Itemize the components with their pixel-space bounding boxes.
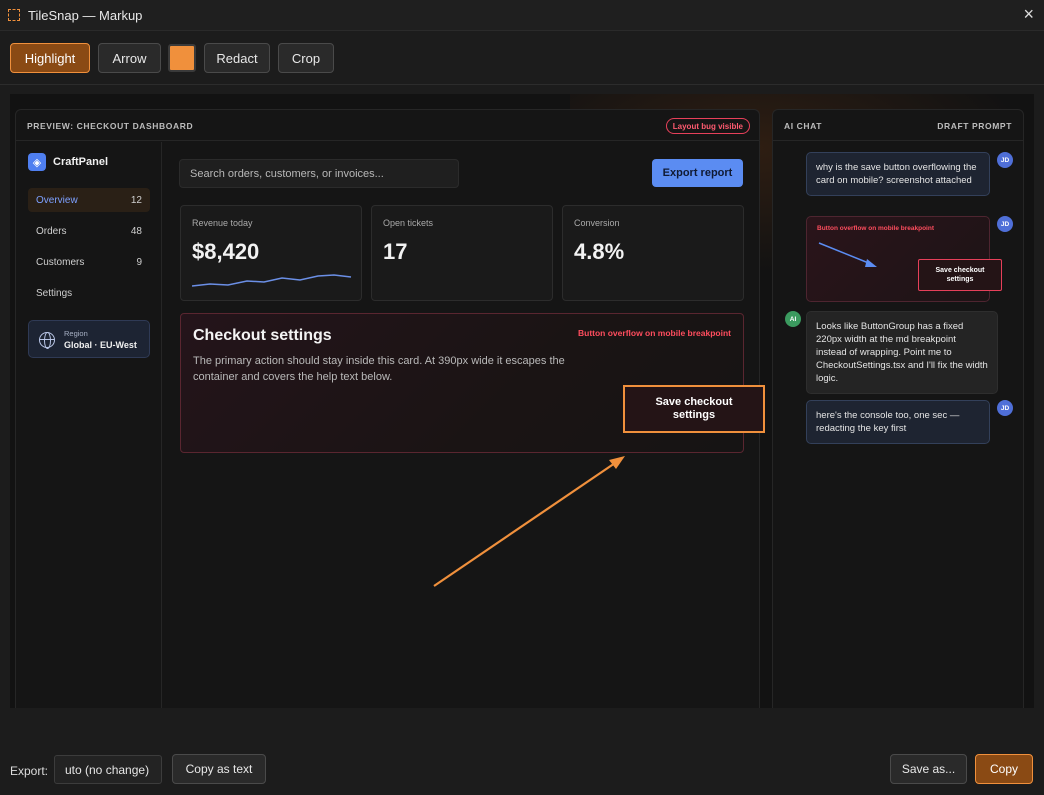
copy-button[interactable]: Copy xyxy=(975,754,1033,784)
stat-label: Conversion xyxy=(574,218,620,228)
avatar: JD xyxy=(997,152,1013,168)
ai-chat-panel: AI CHAT DRAFT PROMPT why is the save but… xyxy=(772,109,1024,708)
color-swatch[interactable] xyxy=(168,44,196,72)
window-title: TileSnap — Markup xyxy=(28,8,143,23)
card-bug-label: Button overflow on mobile breakpoint xyxy=(578,328,731,338)
close-icon[interactable]: × xyxy=(1023,4,1034,25)
app-icon xyxy=(8,9,20,21)
avatar: AI xyxy=(785,311,801,327)
sidebar-item-label: Customers xyxy=(36,256,85,268)
copy-as-text-button[interactable]: Copy as text xyxy=(172,754,266,784)
preview-title: PREVIEW: CHECKOUT DASHBOARD xyxy=(27,121,194,131)
region-selector[interactable]: Region Global · EU-West xyxy=(28,320,150,358)
chat-message-user: why is the save button overflowing the c… xyxy=(806,152,990,196)
chat-message-ai: Looks like ButtonGroup has a fixed 220px… xyxy=(806,311,998,394)
sidebar-item-count: 48 xyxy=(130,225,142,237)
layout-bug-badge: Layout bug visible xyxy=(665,118,750,134)
avatar: JD xyxy=(997,400,1013,416)
sidebar-item-label: Orders xyxy=(36,225,67,237)
highlight-tool-button[interactable]: Highlight xyxy=(10,43,90,73)
stat-card-tickets: Open tickets 17 xyxy=(371,205,553,301)
export-report-button[interactable]: Export report xyxy=(652,159,743,187)
export-bar: Export: uto (no change) Copy as text Sav… xyxy=(0,708,1044,795)
sidebar-item-count: 9 xyxy=(136,256,142,268)
arrow-tool-button[interactable]: Arrow xyxy=(98,43,161,73)
card-title: Checkout settings xyxy=(193,327,332,344)
save-as-button[interactable]: Save as... xyxy=(890,754,967,784)
sidebar-item-label: Settings xyxy=(36,287,73,299)
draft-prompt-label[interactable]: DRAFT PROMPT xyxy=(937,121,1012,131)
attachment-save-button: Save checkout settings xyxy=(918,259,1002,291)
export-label: Export: xyxy=(10,764,49,778)
card-description: The primary action should stay inside th… xyxy=(193,355,565,383)
region-label: Region xyxy=(64,329,88,338)
cube-icon: ◈ xyxy=(28,153,46,171)
title-bar: TileSnap — Markup × xyxy=(0,0,1044,31)
stat-value: 17 xyxy=(383,239,408,264)
brand: ◈ CraftPanel xyxy=(28,153,108,171)
chat-message-user: here's the console too, one sec — redact… xyxy=(806,400,990,444)
sidebar-item-orders[interactable]: Orders 48 xyxy=(28,219,150,243)
markup-canvas[interactable]: PREVIEW: CHECKOUT DASHBOARD Layout bug v… xyxy=(10,94,1034,708)
stat-value: $8,420 xyxy=(192,239,260,264)
screenshot-attachment[interactable]: Button overflow on mobile breakpoint Sav… xyxy=(806,216,1002,302)
dashboard-sidebar: ◈ CraftPanel Overview 12 Orders 48 Custo… xyxy=(16,142,162,708)
sidebar-item-label: Overview xyxy=(36,194,78,206)
revenue-sparkline xyxy=(192,274,352,287)
globe-icon xyxy=(39,332,55,349)
stat-card-conversion: Conversion 4.8% xyxy=(562,205,744,301)
save-checkout-settings-button[interactable]: Save checkout settings xyxy=(623,385,765,433)
stat-value: 4.8% xyxy=(574,239,625,264)
sidebar-item-overview[interactable]: Overview 12 xyxy=(28,188,150,212)
stat-label: Open tickets xyxy=(383,218,434,228)
search-input[interactable]: Search orders, customers, or invoices... xyxy=(179,159,459,188)
avatar: JD xyxy=(997,216,1013,232)
region-value: Global · EU-West xyxy=(64,340,137,350)
chat-title: AI CHAT xyxy=(784,121,823,131)
brand-name: CraftPanel xyxy=(53,156,109,168)
sidebar-item-count: 12 xyxy=(130,194,142,206)
crop-tool-button[interactable]: Crop xyxy=(278,43,334,73)
stat-label: Revenue today xyxy=(192,218,253,228)
markup-toolbar: Highlight Arrow Redact Crop xyxy=(0,31,1044,85)
export-format-select[interactable]: uto (no change) xyxy=(54,755,162,784)
sidebar-item-customers[interactable]: Customers 9 xyxy=(28,250,150,274)
redact-tool-button[interactable]: Redact xyxy=(204,43,270,73)
sidebar-item-settings[interactable]: Settings xyxy=(28,281,150,305)
stat-card-revenue: Revenue today $8,420 xyxy=(180,205,362,301)
